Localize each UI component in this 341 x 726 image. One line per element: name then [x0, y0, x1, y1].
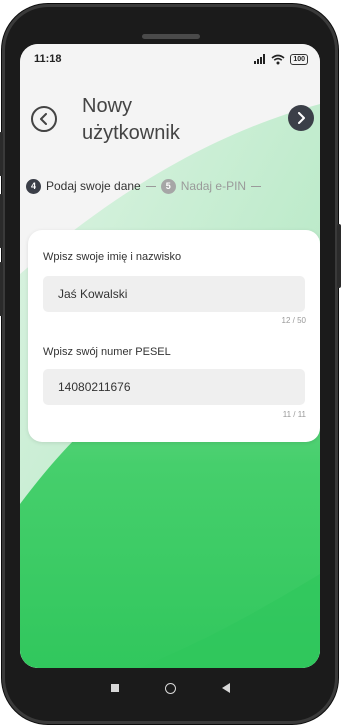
- status-time: 11:18: [34, 53, 62, 65]
- step-label-next: Nadaj e-PIN: [180, 179, 247, 193]
- battery-icon: 100: [290, 53, 308, 65]
- name-char-counter: 12 / 50: [281, 316, 306, 325]
- signal-icon: [254, 54, 266, 64]
- volume-up-button: [0, 194, 3, 248]
- name-field-label: Wpisz swoje imię i nazwisko: [43, 251, 182, 263]
- status-bar: 11:18 100: [20, 44, 320, 74]
- system-nav-bar: [20, 668, 320, 708]
- chevron-right-icon: [298, 112, 305, 124]
- status-icons: 100: [253, 53, 308, 65]
- step-number-next: 5: [160, 178, 176, 194]
- step-number-current: 4: [26, 178, 41, 194]
- earpiece-speaker: [142, 34, 200, 39]
- power-button: [337, 224, 341, 288]
- back-button[interactable]: [31, 106, 57, 132]
- step-label-current: Podaj swoje dane: [46, 179, 141, 193]
- page-title-line1: Nowy: [82, 95, 133, 117]
- name-input[interactable]: [43, 276, 305, 312]
- home-icon[interactable]: [164, 682, 176, 694]
- next-button[interactable]: [288, 105, 314, 131]
- pesel-input[interactable]: [43, 369, 305, 405]
- page-title-line2: użytkownik: [82, 122, 180, 144]
- page-title: Nowy użytkownik: [82, 93, 180, 147]
- pesel-char-counter: 11 / 11: [282, 410, 306, 419]
- side-button: [0, 132, 3, 176]
- step-indicator: 4 Podaj swoje dane 5 Nadaj e-PIN: [26, 176, 266, 196]
- wifi-icon: [271, 54, 285, 64]
- step-separator: [251, 185, 262, 187]
- form-card: Wpisz swoje imię i nazwisko 12 / 50 Wpis…: [28, 230, 320, 442]
- recent-apps-icon[interactable]: [110, 684, 119, 692]
- chevron-left-icon: [40, 113, 47, 125]
- back-icon[interactable]: [221, 683, 230, 693]
- volume-down-button: [0, 262, 3, 316]
- app-screen: 11:18 100 Nowy użytkownik 4 Podaj swoje …: [20, 44, 320, 668]
- pesel-field-label: Wpisz swój numer PESEL: [43, 346, 171, 358]
- step-separator: [145, 185, 156, 187]
